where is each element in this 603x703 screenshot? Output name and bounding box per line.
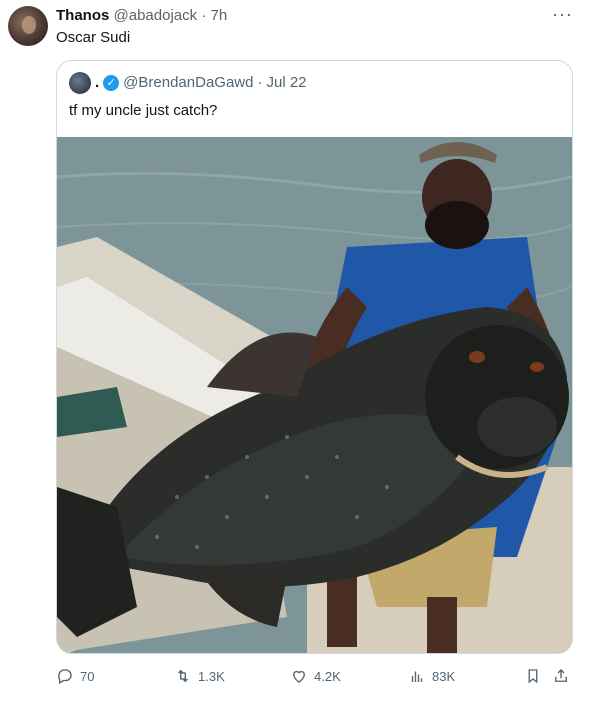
quoted-tweet[interactable]: . ✓ @BrendanDaGawd · Jul 22 tf my uncle … (56, 60, 573, 654)
action-bar: 70 1.3K 4.2K 83K (56, 664, 571, 688)
views-button[interactable]: 83K (408, 664, 455, 688)
tweet-time[interactable]: 7h (210, 7, 227, 24)
bookmark-icon (528, 669, 538, 684)
quote-separator: · (257, 74, 263, 91)
author-avatar[interactable] (8, 6, 48, 46)
share-icon (555, 669, 567, 682)
quote-header: . ✓ @BrendanDaGawd · Jul 22 (69, 72, 307, 94)
retweet-icon (178, 669, 188, 683)
author-handle[interactable]: @abadojack (114, 7, 198, 24)
heart-icon (293, 670, 305, 683)
verified-badge-icon: ✓ (103, 75, 120, 91)
author-name[interactable]: Thanos (56, 7, 109, 24)
header-separator: · (201, 7, 207, 24)
views-count: 83K (432, 668, 456, 684)
quote-author-avatar[interactable] (69, 72, 91, 94)
more-dots-icon[interactable]: ··· (552, 4, 573, 25)
retweet-count: 1.3K (198, 668, 225, 684)
quote-text: tf my uncle just catch? (69, 102, 218, 119)
reply-button[interactable]: 70 (56, 664, 94, 688)
like-button[interactable]: 4.2K (290, 664, 341, 688)
like-count: 4.2K (314, 668, 341, 684)
tweet-text: Oscar Sudi (56, 29, 131, 46)
quote-photo[interactable] (57, 137, 572, 653)
quote-author-name[interactable]: . (95, 72, 99, 94)
photo-illustration (57, 137, 572, 653)
retweet-button[interactable]: 1.3K (174, 664, 225, 688)
tweet-header: Thanos @abadojack · 7h (56, 6, 227, 26)
reply-icon (58, 669, 72, 684)
tweet: Thanos @abadojack · 7h ··· Oscar Sudi . … (0, 0, 603, 703)
views-chart-icon (411, 671, 423, 682)
quote-author-handle[interactable]: @BrendanDaGawd (123, 72, 253, 94)
quote-date[interactable]: Jul 22 (266, 72, 306, 94)
reply-count: 70 (80, 668, 95, 684)
bookmark-button[interactable] (524, 664, 542, 688)
share-button[interactable] (552, 664, 570, 688)
